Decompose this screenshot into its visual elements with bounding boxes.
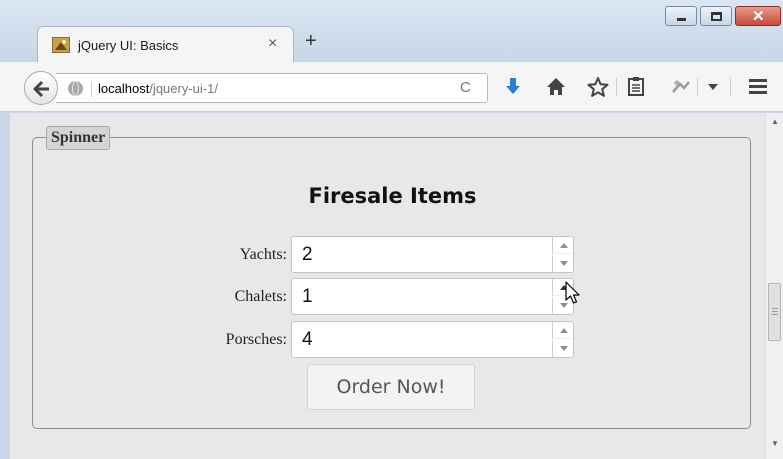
porsches-spin-down-button[interactable] xyxy=(552,340,573,357)
page-viewport: Spinner Firesale Items Yachts: Chalets: … xyxy=(10,113,765,459)
chalets-spinner xyxy=(291,278,574,315)
tab-close-icon[interactable]: × xyxy=(268,35,277,53)
porsches-label: Porsches: xyxy=(225,331,287,348)
minimize-button[interactable] xyxy=(665,6,697,26)
porsches-spinner xyxy=(291,321,574,358)
url-separator xyxy=(91,81,92,97)
scroll-down-arrow-icon[interactable]: ▼ xyxy=(771,439,779,448)
tab-favicon-icon xyxy=(52,37,70,53)
hamburger-menu-icon[interactable] xyxy=(748,77,768,95)
download-icon[interactable] xyxy=(502,76,524,98)
maximize-icon xyxy=(711,12,722,21)
page-title: Firesale Items xyxy=(308,184,477,208)
close-window-button[interactable]: ✕ xyxy=(735,6,781,26)
yachts-input[interactable] xyxy=(302,243,542,267)
yachts-spinner xyxy=(291,236,574,273)
toolbar-separator xyxy=(616,78,617,96)
url-host: localhost xyxy=(98,81,150,96)
browser-tab[interactable]: jQuery UI: Basics × xyxy=(37,26,294,64)
back-button[interactable] xyxy=(24,71,58,105)
new-tab-button[interactable]: + xyxy=(305,30,317,53)
maximize-button[interactable] xyxy=(700,6,732,26)
close-icon: ✕ xyxy=(752,8,765,25)
toolbar-separator xyxy=(730,78,731,96)
yachts-spin-down-button[interactable] xyxy=(552,255,573,272)
scroll-thumb[interactable] xyxy=(768,283,781,341)
toolbar-separator xyxy=(697,78,698,96)
home-icon[interactable] xyxy=(545,76,567,98)
title-bar: jQuery UI: Basics × + ✕ xyxy=(0,0,783,64)
star-icon[interactable] xyxy=(587,76,609,98)
vertical-scrollbar[interactable]: ▲ ▼ xyxy=(765,113,783,459)
reading-list-icon[interactable] xyxy=(625,76,647,98)
url-text[interactable]: localhost/jquery-ui-1/ xyxy=(98,81,218,96)
tab-title: jQuery UI: Basics xyxy=(78,38,179,53)
mouse-cursor-icon xyxy=(565,281,580,304)
spinner-fieldset: Spinner Firesale Items Yachts: Chalets: … xyxy=(32,126,751,429)
scroll-up-arrow-icon[interactable]: ▲ xyxy=(771,117,779,126)
fieldset-legend: Spinner xyxy=(46,126,111,150)
globe-icon[interactable] xyxy=(68,81,83,96)
chalets-label: Chalets: xyxy=(234,288,287,305)
reload-icon[interactable]: C xyxy=(460,79,471,96)
porsches-input[interactable] xyxy=(302,328,542,352)
url-path: /jquery-ui-1/ xyxy=(149,81,218,96)
chalets-input[interactable] xyxy=(302,285,542,309)
porsches-spin-up-button[interactable] xyxy=(552,322,573,339)
yachts-spin-up-button[interactable] xyxy=(552,237,573,254)
dropdown-icon[interactable] xyxy=(708,83,718,91)
order-now-button[interactable]: Order Now! xyxy=(307,364,475,410)
navigation-bar: localhost/jquery-ui-1/ C xyxy=(0,62,783,112)
url-bar[interactable]: localhost/jquery-ui-1/ C xyxy=(56,73,488,103)
back-arrow-icon xyxy=(33,80,49,98)
yachts-label: Yachts: xyxy=(239,246,287,263)
minimize-icon xyxy=(677,18,686,21)
addon-icon[interactable] xyxy=(670,76,692,98)
